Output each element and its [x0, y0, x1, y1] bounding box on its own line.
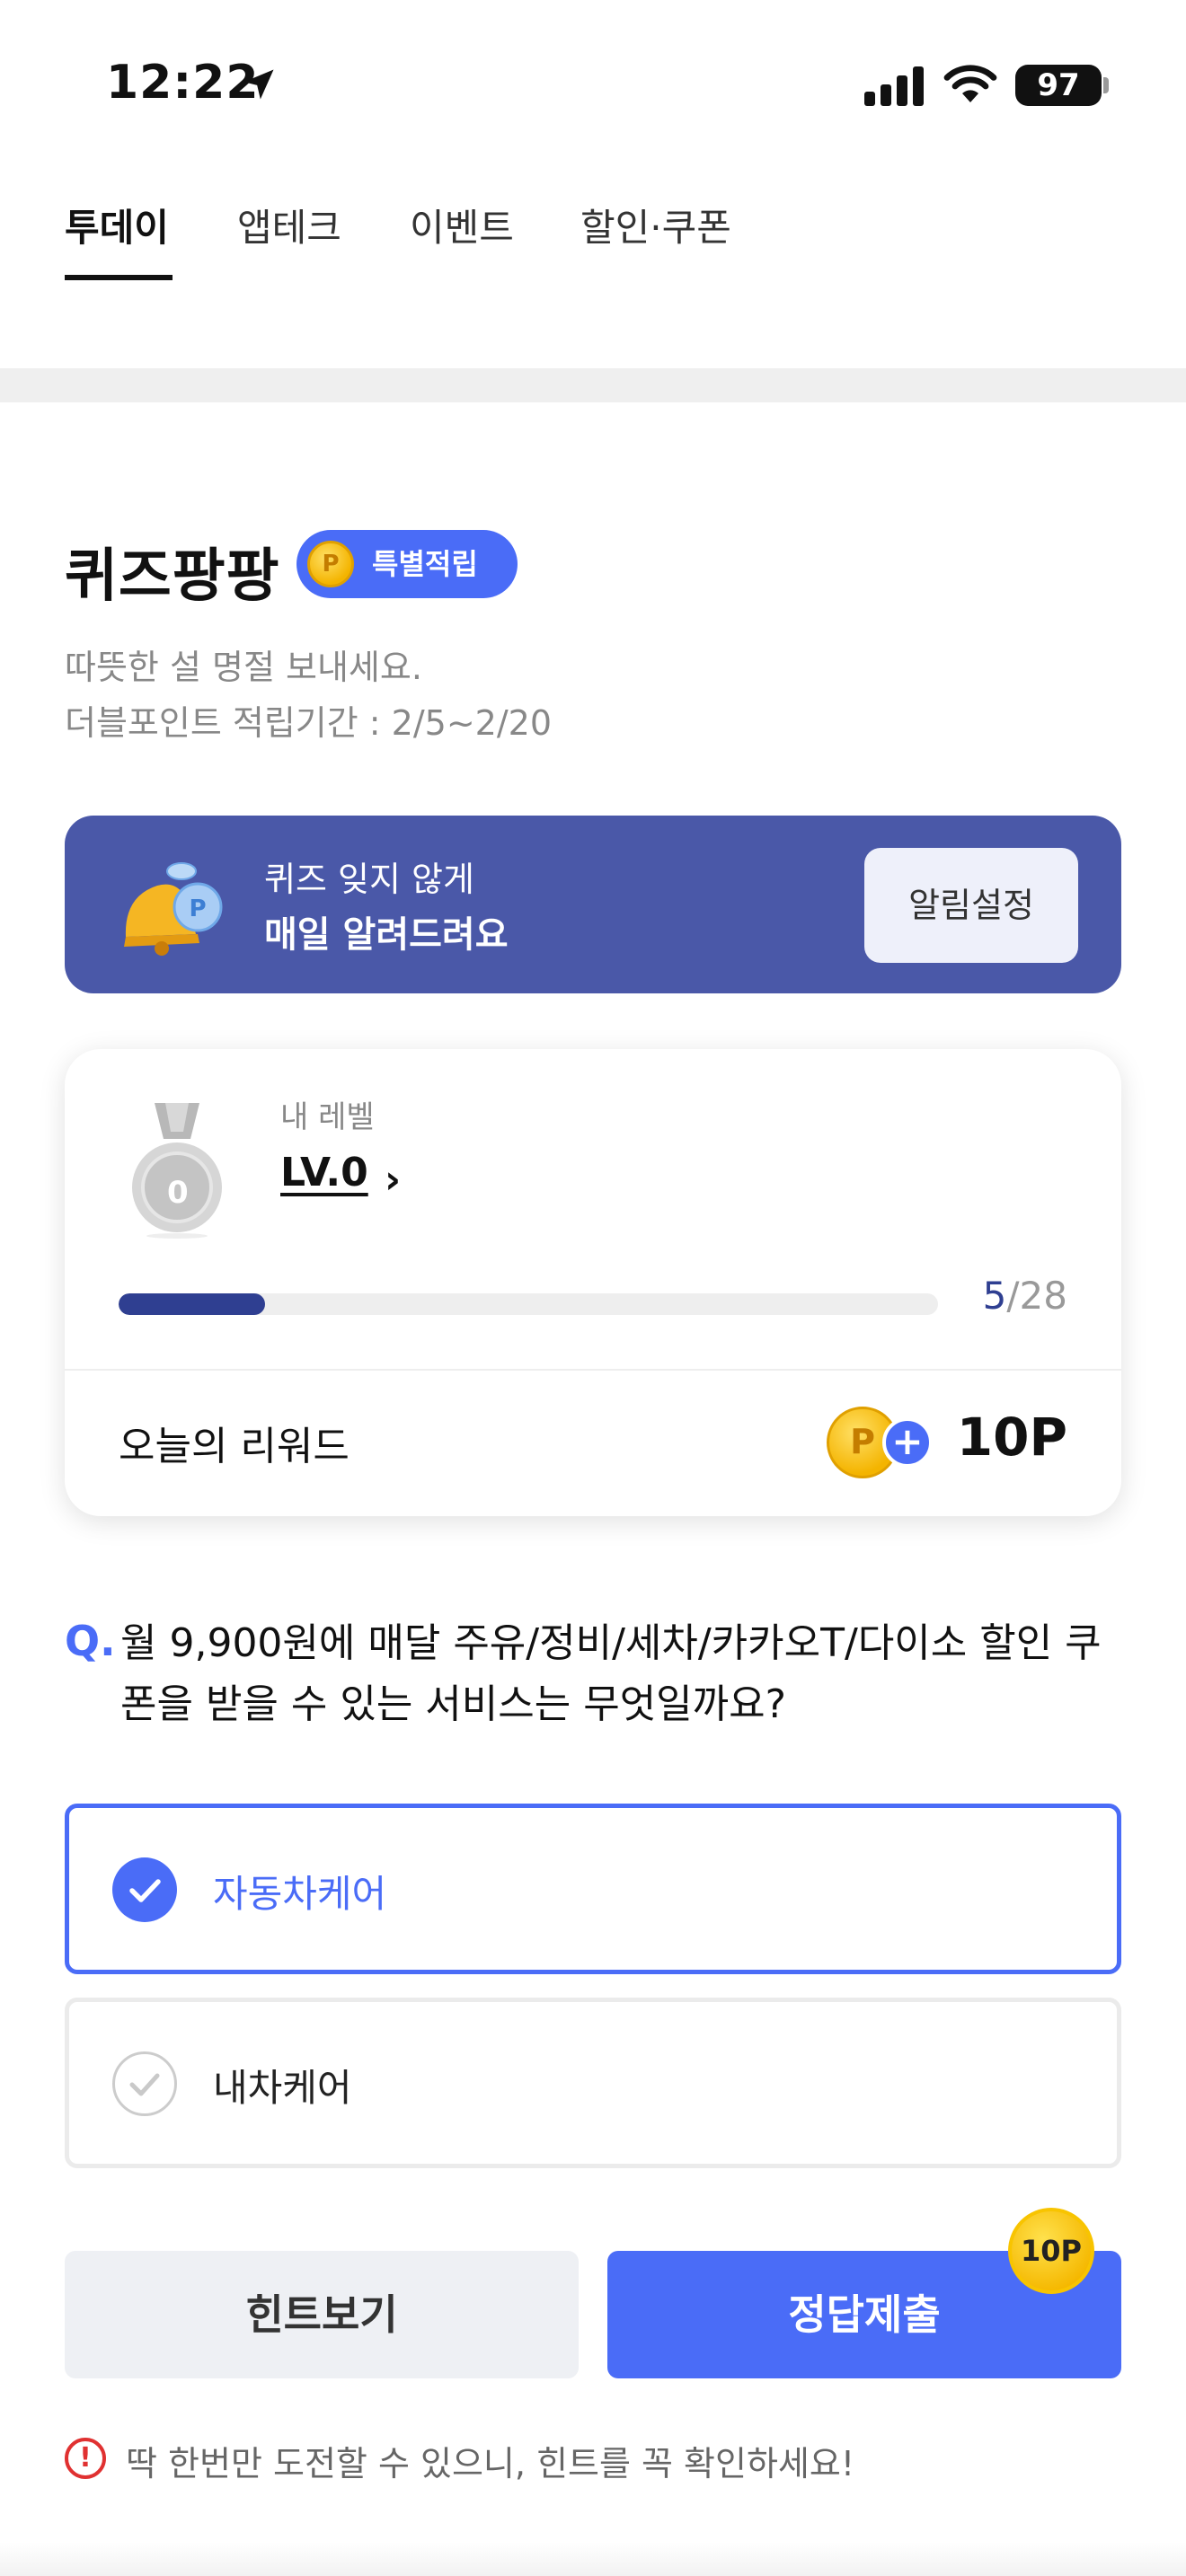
level-progress-text: 5/28: [983, 1274, 1067, 1318]
question-text: 월 9,900원에 매달 주유/정비/세차/카카오T/다이소 할인 쿠폰을 받을…: [120, 1620, 1102, 1727]
cellular-signal-icon: [864, 66, 924, 106]
answer-option-label: 자동차케어: [213, 1872, 387, 1916]
progress-total: /28: [1006, 1274, 1067, 1318]
special-badge-label: 특별적립: [372, 547, 478, 581]
section-divider: [0, 368, 1186, 402]
answer-option-1[interactable]: 자동차케어: [65, 1804, 1121, 1974]
check-selected-icon: [112, 1857, 177, 1922]
location-arrow-icon: [243, 69, 274, 100]
status-time: 12:22: [106, 56, 260, 110]
question-mark-label: Q.: [65, 1617, 116, 1665]
notification-banner: P 퀴즈 잊지 않게 매일 알려드려요 알림설정: [65, 816, 1121, 993]
bottom-fade: [0, 2542, 1186, 2576]
status-bar: 12:22 97: [0, 0, 1186, 171]
chevron-right-icon[interactable]: ›: [385, 1157, 401, 1203]
top-tabs: 투데이 앱테크 이벤트 할인·쿠폰: [0, 189, 1186, 287]
answer-option-label: 내차케어: [213, 2066, 352, 2110]
wifi-icon: [943, 65, 997, 102]
bell-coin-icon: P: [124, 862, 223, 956]
battery-indicator: 97: [1015, 65, 1102, 106]
level-progress-bar: [119, 1293, 938, 1315]
level-value-link[interactable]: LV.0: [280, 1150, 368, 1195]
quiz-description: 따뜻한 설 명절 보내세요. 더블포인트 적립기간 : 2/5~2/20: [65, 640, 552, 751]
today-reward-label: 오늘의 리워드: [119, 1424, 350, 1469]
plus-icon: +: [882, 1417, 933, 1468]
notify-line1: 퀴즈 잊지 않게: [264, 860, 474, 899]
my-level-label: 내 레벨: [280, 1099, 375, 1135]
tab-discount-coupon[interactable]: 할인·쿠폰: [580, 198, 731, 252]
tab-today[interactable]: 투데이: [65, 198, 169, 252]
warning-text: 딱 한번만 도전할 수 있으니, 힌트를 꼭 확인하세요!: [126, 2444, 855, 2483]
level-card: 0 내 레벨 LV.0 › 5/28 오늘의 리워드 P + 10P: [65, 1049, 1121, 1516]
today-reward-value: 10P: [956, 1407, 1067, 1468]
point-coin-icon: P: [307, 541, 354, 587]
hint-button[interactable]: 힌트보기: [65, 2251, 579, 2378]
svg-text:P: P: [189, 895, 206, 922]
quiz-desc-line1: 따뜻한 설 명절 보내세요.: [65, 648, 422, 687]
submit-reward-badge: 10P: [1008, 2208, 1094, 2294]
answer-option-2[interactable]: 내차케어: [65, 1998, 1121, 2168]
check-unselected-icon: [112, 2051, 177, 2116]
notify-line2: 매일 알려드려요: [264, 914, 509, 956]
alarm-settings-button[interactable]: 알림설정: [864, 848, 1078, 963]
quiz-desc-line2: 더블포인트 적립기간 : 2/5~2/20: [65, 703, 553, 743]
level-progress-fill: [119, 1293, 265, 1315]
quiz-title: 퀴즈팡팡: [65, 543, 280, 610]
tab-event[interactable]: 이벤트: [410, 198, 514, 252]
silver-medal-icon: [132, 1103, 222, 1239]
progress-current: 5: [982, 1274, 1007, 1318]
warning-icon: !: [65, 2438, 106, 2479]
card-divider: [65, 1369, 1121, 1371]
tab-apptech[interactable]: 앱테크: [237, 198, 341, 252]
active-tab-indicator: [65, 275, 173, 280]
special-points-badge: P 특별적립: [296, 530, 518, 598]
battery-tip: [1103, 77, 1109, 93]
medal-number: 0: [167, 1175, 189, 1211]
